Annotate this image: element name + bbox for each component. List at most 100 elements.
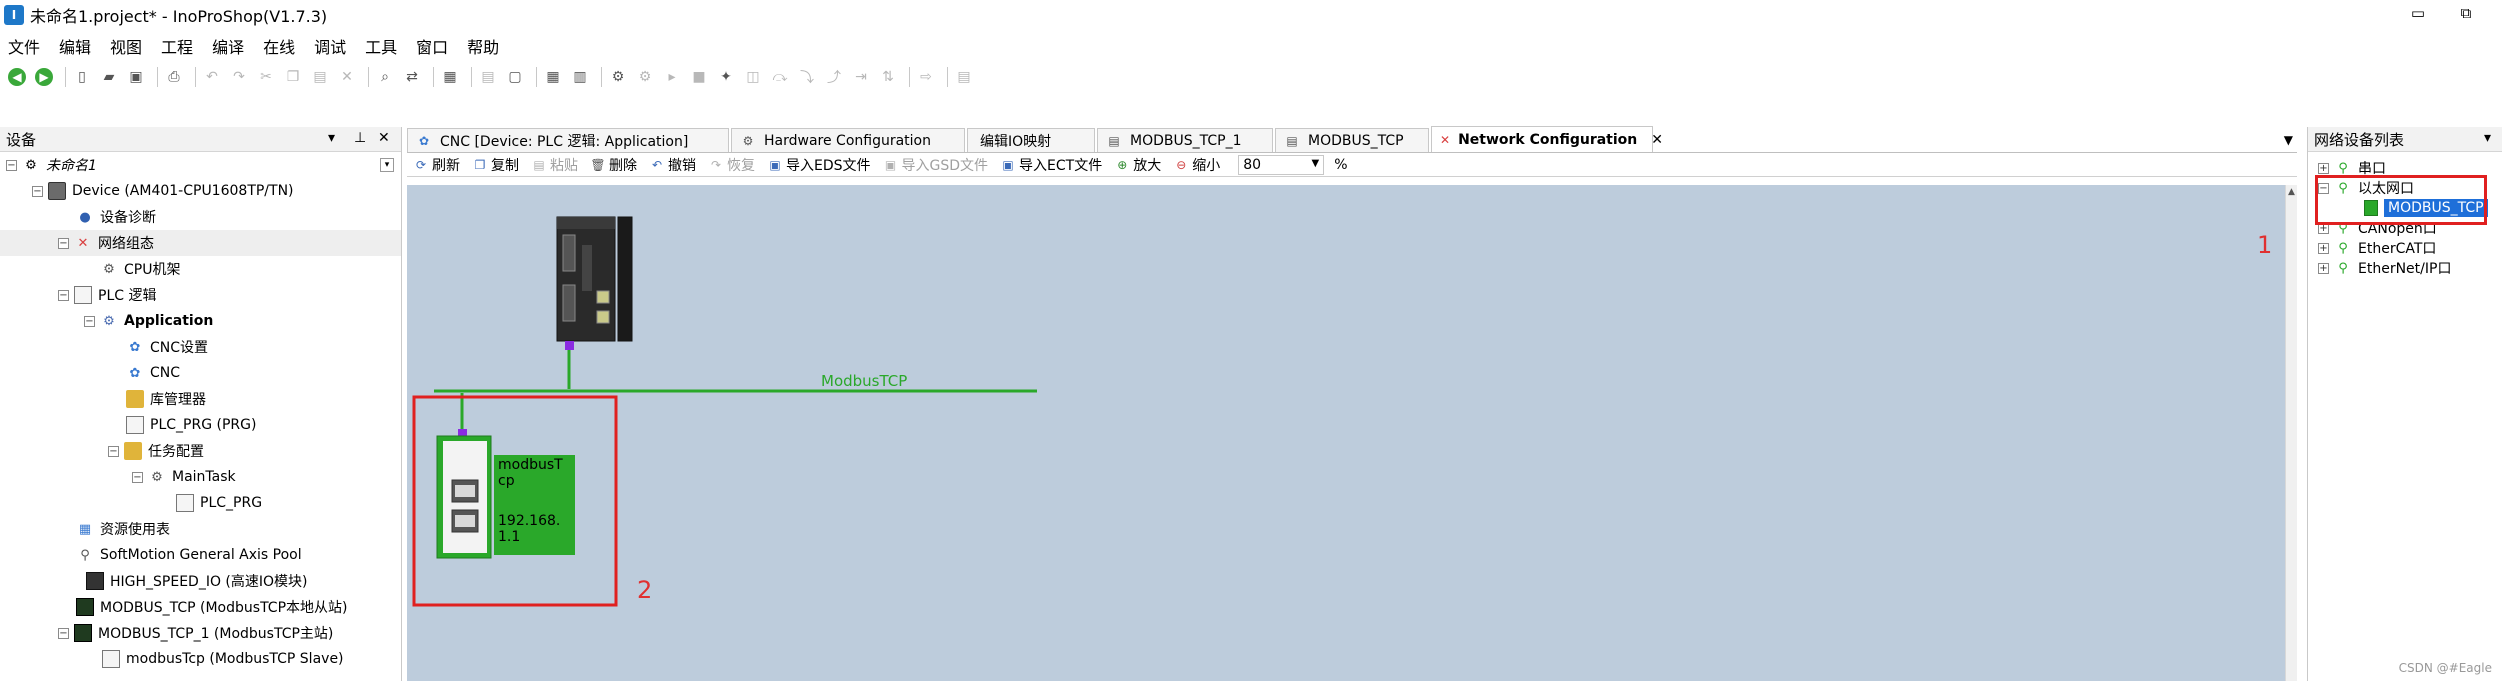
collapse-icon[interactable]: −: [132, 471, 143, 483]
panel-menu-icon[interactable]: ▾: [2484, 130, 2491, 146]
menu-debug[interactable]: 调试: [314, 34, 346, 58]
tree-item-cpu-rack[interactable]: ⚙ CPU机架: [0, 256, 401, 282]
tab-cnc[interactable]: ✿ CNC [Device: PLC 逻辑: Application]: [407, 128, 729, 152]
collapse-icon[interactable]: −: [84, 315, 95, 327]
tree-item-network-config[interactable]: − ✕ 网络组态: [0, 230, 401, 256]
expand-icon[interactable]: +: [2318, 162, 2329, 174]
copy-icon[interactable]: ❐: [282, 66, 304, 88]
rebuild-icon[interactable]: ▥: [569, 66, 591, 88]
close-icon[interactable]: ✕: [378, 130, 390, 146]
reset-icon[interactable]: ✦: [715, 66, 737, 88]
tree-item-modbus-tcp-1[interactable]: − MODBUS_TCP_1 (ModbusTCP主站): [0, 620, 401, 646]
collapse-icon[interactable]: −: [6, 159, 17, 171]
copy-button[interactable]: ❐ 复制: [472, 155, 519, 175]
menu-build[interactable]: 编译: [212, 34, 244, 58]
tree-item-modbus-slave[interactable]: modbusTcp (ModbusTCP Slave): [0, 646, 401, 672]
select-all-icon[interactable]: ▦: [439, 66, 461, 88]
import-eds-button[interactable]: ▣ 导入EDS文件: [767, 155, 870, 175]
menu-tools[interactable]: 工具: [365, 34, 397, 58]
tree-item-plc-logic[interactable]: − PLC 逻辑: [0, 282, 401, 308]
chevron-down-icon[interactable]: ▼: [1312, 158, 1320, 169]
plc-device[interactable]: [556, 216, 633, 342]
cut-icon[interactable]: ✂: [255, 66, 277, 88]
step-out-icon[interactable]: ⤴: [823, 66, 845, 88]
trace-icon[interactable]: ▤: [953, 66, 975, 88]
menu-online[interactable]: 在线: [263, 34, 295, 58]
tree-item-cnc[interactable]: ✿ CNC: [0, 360, 401, 386]
tree-item-ethercat-port[interactable]: + ⚲ EtherCAT口: [2308, 238, 2502, 258]
replace-icon[interactable]: ⇄: [401, 66, 423, 88]
stop-icon[interactable]: ■: [688, 66, 710, 88]
plc-port[interactable]: [565, 341, 574, 350]
tree-item-plc-prg-call[interactable]: PLC_PRG: [0, 490, 401, 516]
zoom-in-button[interactable]: ⊕ 放大: [1114, 155, 1161, 175]
insert-icon[interactable]: ▤: [477, 66, 499, 88]
find-icon[interactable]: ⌕: [374, 66, 396, 88]
tree-item-device[interactable]: − Device (AM401-CPU1608TP/TN): [0, 178, 401, 204]
refresh-button[interactable]: ⟳ 刷新: [413, 155, 460, 175]
collapse-icon[interactable]: −: [58, 237, 69, 249]
close-icon[interactable]: ✕: [1651, 132, 1663, 148]
tree-item-axis-pool[interactable]: ⚲ SoftMotion General Axis Pool: [0, 542, 401, 568]
start-icon[interactable]: ▸: [661, 66, 683, 88]
undo-button[interactable]: ↶ 撤销: [649, 155, 696, 175]
logout-icon[interactable]: ⚙: [634, 66, 656, 88]
expand-icon[interactable]: +: [2318, 242, 2329, 254]
menu-edit[interactable]: 编辑: [59, 34, 91, 58]
back-icon[interactable]: ◀: [6, 66, 28, 88]
paste-icon[interactable]: ▤: [309, 66, 331, 88]
tree-item-project[interactable]: − ⚙ 未命名1 ▾: [0, 152, 401, 178]
menu-view[interactable]: 视图: [110, 34, 142, 58]
zoom-out-button[interactable]: ⊖ 缩小: [1173, 155, 1220, 175]
tab-modbus-tcp[interactable]: ▤ MODBUS_TCP: [1275, 128, 1429, 152]
tree-item-library-manager[interactable]: 库管理器: [0, 386, 401, 412]
new-file-icon[interactable]: ▯: [71, 66, 93, 88]
menu-project[interactable]: 工程: [161, 34, 193, 58]
save-icon[interactable]: ▣: [125, 66, 147, 88]
tree-item-main-task[interactable]: − ⚙ MainTask: [0, 464, 401, 490]
network-canvas[interactable]: ModbusTCP modbusT cp 192.168. 1.1 2 1: [407, 185, 2285, 681]
tree-item-application[interactable]: − ⚙ Application: [0, 308, 401, 334]
tree-item-modbus-tcp[interactable]: MODBUS_TCP (ModbusTCP本地从站): [0, 594, 401, 620]
pin-icon[interactable]: ⊥: [354, 130, 366, 146]
login-icon[interactable]: ⚙: [607, 66, 629, 88]
redo-button[interactable]: ↷ 恢复: [708, 155, 755, 175]
collapse-icon[interactable]: −: [32, 185, 43, 197]
maximize-icon[interactable]: ⧉: [2454, 4, 2478, 22]
tree-item-ethernet-ip-port[interactable]: + ⚲ EtherNet/IP口: [2308, 258, 2502, 278]
tree-dropdown-icon[interactable]: ▾: [380, 158, 394, 172]
import-gsd-button[interactable]: ▣ 导入GSD文件: [883, 155, 988, 175]
scroll-up-icon[interactable]: ▲: [2286, 187, 2297, 197]
open-folder-icon[interactable]: ▰: [98, 66, 120, 88]
delete-button[interactable]: 🗑 删除: [590, 155, 637, 175]
tab-modbus-tcp-1[interactable]: ▤ MODBUS_TCP_1: [1097, 128, 1273, 152]
menu-file[interactable]: 文件: [8, 34, 40, 58]
tree-item-cnc-settings[interactable]: ✿ CNC设置: [0, 334, 401, 360]
tree-item-plc-prg[interactable]: PLC_PRG (PRG): [0, 412, 401, 438]
collapse-icon[interactable]: −: [108, 445, 119, 457]
step-into-icon[interactable]: ⤵: [796, 66, 818, 88]
tree-item-task-config[interactable]: − 任务配置: [0, 438, 401, 464]
panel-menu-icon[interactable]: ▾: [328, 130, 335, 146]
redo-icon[interactable]: ↷: [228, 66, 250, 88]
tab-list-dropdown-icon[interactable]: ▼: [2284, 133, 2293, 147]
delete-icon[interactable]: ✕: [336, 66, 358, 88]
print-icon[interactable]: ⎙: [163, 66, 185, 88]
import-ect-button[interactable]: ▣ 导入ECT文件: [1000, 155, 1102, 175]
forward-icon[interactable]: ▶: [33, 66, 55, 88]
write-values-icon[interactable]: ⇨: [915, 66, 937, 88]
force-values-icon[interactable]: ⇅: [877, 66, 899, 88]
modbustcp-slave-device[interactable]: modbusT cp 192.168. 1.1: [436, 435, 575, 559]
menu-window[interactable]: 窗口: [416, 34, 448, 58]
step-over-icon[interactable]: ⤼: [769, 66, 791, 88]
tree-item-resource-table[interactable]: ▦ 资源使用表: [0, 516, 401, 542]
tree-item-high-speed-io[interactable]: HIGH_SPEED_IO (高速IO模块): [0, 568, 401, 594]
breakpoint-icon[interactable]: ◫: [742, 66, 764, 88]
zoom-select[interactable]: 80 ▼: [1238, 154, 1325, 175]
restore-icon[interactable]: ▭: [2406, 4, 2430, 22]
tree-item-diagnostics[interactable]: ● 设备诊断: [0, 204, 401, 230]
build-icon[interactable]: ▦: [542, 66, 564, 88]
menu-help[interactable]: 帮助: [467, 34, 499, 58]
tab-hardware-configuration[interactable]: ⚙ Hardware Configuration: [731, 128, 965, 152]
collapse-icon[interactable]: −: [58, 289, 69, 301]
